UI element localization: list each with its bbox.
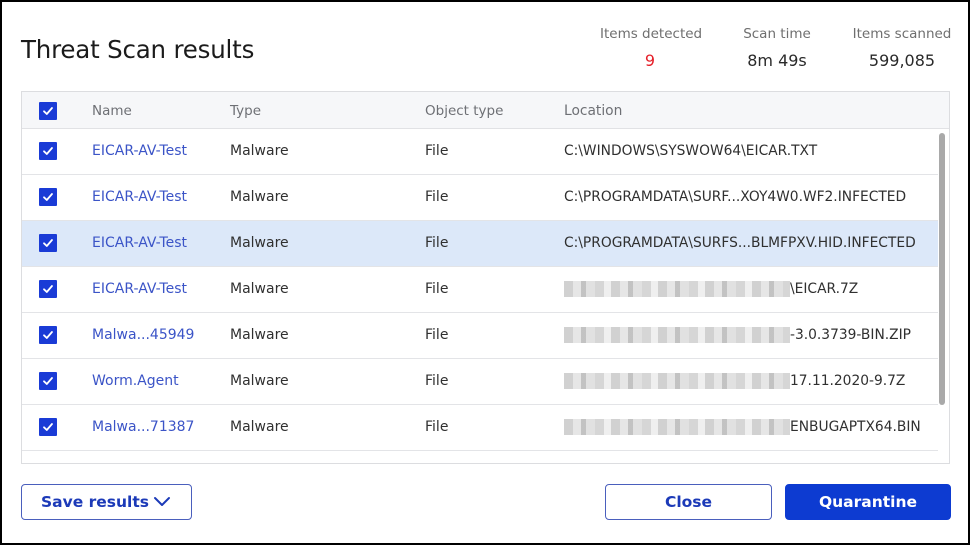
checkmark-icon: [43, 147, 53, 155]
table-row[interactable]: EICAR-AV-Test Malware File C:\PROGRAMDATA\S…: [22, 175, 938, 221]
table-row[interactable]: Malwa...71387 Malware File ENBUGAPTX64.BIN: [22, 405, 938, 451]
object-type: File: [425, 143, 449, 159]
threat-type: Malware: [230, 235, 289, 251]
location-text: C:\PROGRAMDATA\SURFS...BLMFPXV.HID.INFEC…: [564, 235, 916, 251]
row-checkbox[interactable]: [39, 234, 57, 252]
threat-name-link[interactable]: Malwa...45949: [92, 327, 194, 343]
table-row[interactable]: Worm.Agent Malware File 17.11.2020-9.7Z: [22, 359, 938, 405]
save-results-label: Save results: [41, 493, 150, 511]
threat-name-link[interactable]: EICAR-AV-Test: [92, 189, 187, 205]
column-header-location[interactable]: Location: [564, 103, 622, 119]
redacted-path: [564, 281, 790, 297]
scan-time-stat: Scan time 8m 49s: [737, 26, 817, 70]
checkmark-icon: [43, 331, 53, 339]
object-type: File: [425, 373, 449, 389]
column-header-object-type[interactable]: Object type: [425, 103, 503, 119]
table-row[interactable]: Malwa...45949 Malware File -3.0.3739-BIN.ZI…: [22, 313, 938, 359]
location: C:\PROGRAMDATA\SURFS...BLMFPXV.HID.INFEC…: [564, 235, 916, 251]
location-text: C:\PROGRAMDATA\SURF...XOY4W0.WF2.INFECTE…: [564, 189, 907, 205]
items-detected-value: 9: [644, 51, 656, 70]
threat-scan-dialog: Threat Scan results Items detected 9 Sca…: [2, 2, 968, 543]
location-text: -3.0.3739-BIN.ZIP: [790, 327, 911, 343]
row-checkbox[interactable]: [39, 326, 57, 344]
threat-type: Malware: [230, 281, 289, 297]
location: ENBUGAPTX64.BIN: [564, 419, 921, 435]
object-type: File: [425, 189, 449, 205]
checkmark-icon: [43, 239, 53, 247]
location: C:\WINDOWS\SYSWOW64\EICAR.TXT: [564, 143, 817, 159]
threat-name-link[interactable]: EICAR-AV-Test: [92, 281, 187, 297]
object-type: File: [425, 419, 449, 435]
checkmark-icon: [43, 285, 53, 293]
table-row[interactable]: EICAR-AV-Test Malware File C:\PROGRAMDATA\S…: [22, 221, 938, 267]
items-detected-label: Items detected: [600, 26, 703, 42]
scan-time-label: Scan time: [743, 26, 811, 42]
items-scanned-value: 599,085: [868, 51, 936, 70]
location-text: \EICAR.7Z: [790, 281, 859, 297]
select-all-checkbox[interactable]: [39, 102, 57, 120]
close-button[interactable]: Close: [605, 484, 772, 520]
chevron-down-icon: [154, 497, 170, 506]
threat-name-link[interactable]: Worm.Agent: [92, 373, 179, 389]
redacted-path: [564, 419, 790, 435]
threat-type: Malware: [230, 143, 289, 159]
scan-time-value: 8m 49s: [747, 51, 807, 70]
threat-type: Malware: [230, 189, 289, 205]
checkmark-icon: [43, 193, 53, 201]
object-type: File: [425, 281, 449, 297]
location: C:\PROGRAMDATA\SURF...XOY4W0.WF2.INFECTE…: [564, 189, 906, 205]
checkmark-icon: [43, 423, 53, 431]
column-header-name[interactable]: Name: [92, 103, 132, 119]
threat-type: Malware: [230, 327, 289, 343]
row-checkbox[interactable]: [39, 372, 57, 390]
threat-type: Malware: [230, 373, 289, 389]
row-checkbox[interactable]: [39, 280, 57, 298]
results-table: Name Type Object type Location EICAR-AV-…: [21, 91, 950, 464]
checkmark-icon: [43, 377, 53, 385]
row-checkbox[interactable]: [39, 142, 57, 160]
redacted-path: [564, 327, 790, 343]
redacted-path: [564, 373, 790, 389]
checkmark-icon: [43, 107, 53, 115]
threat-name-link[interactable]: Malwa...71387: [92, 419, 194, 435]
save-results-button[interactable]: Save results: [21, 484, 192, 520]
quarantine-button[interactable]: Quarantine: [785, 484, 951, 520]
threat-name-link[interactable]: EICAR-AV-Test: [92, 235, 187, 251]
row-checkbox[interactable]: [39, 418, 57, 436]
object-type: File: [425, 327, 449, 343]
object-type: File: [425, 235, 449, 251]
location-text: C:\WINDOWS\SYSWOW64\EICAR.TXT: [564, 143, 818, 159]
location: \EICAR.7Z: [564, 281, 858, 297]
column-header-type[interactable]: Type: [230, 103, 261, 119]
location-text: 17.11.2020-9.7Z: [790, 373, 906, 389]
items-scanned-label: Items scanned: [852, 26, 952, 42]
location: 17.11.2020-9.7Z: [564, 373, 905, 389]
threat-name-link[interactable]: EICAR-AV-Test: [92, 143, 187, 159]
threat-type: Malware: [230, 419, 289, 435]
row-checkbox[interactable]: [39, 188, 57, 206]
dialog-title: Threat Scan results: [21, 35, 255, 64]
table-row[interactable]: EICAR-AV-Test Malware File C:\WINDOWS\SYSWO…: [22, 129, 938, 175]
table-header: Name Type Object type Location: [22, 92, 949, 129]
location-text: ENBUGAPTX64.BIN: [790, 419, 921, 435]
items-scanned-stat: Items scanned 599,085: [852, 26, 952, 70]
location: -3.0.3739-BIN.ZIP: [564, 327, 911, 343]
items-detected-stat: Items detected 9: [600, 26, 703, 70]
table-scrollbar[interactable]: [939, 133, 945, 405]
table-row[interactable]: EICAR-AV-Test Malware File \EICAR.7Z: [22, 267, 938, 313]
